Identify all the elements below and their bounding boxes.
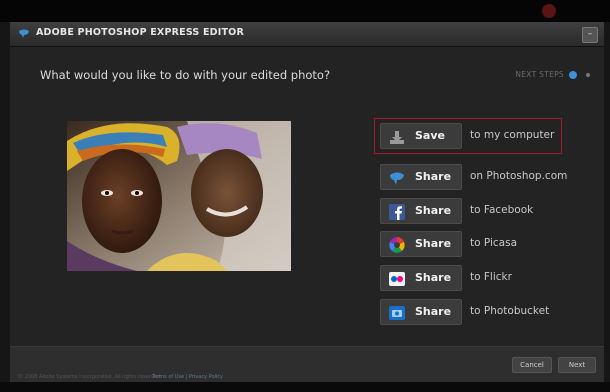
share-picasa-button[interactable]: Share	[380, 231, 462, 257]
browser-bottom-strip	[0, 382, 610, 392]
action-row-save: Save to my computer	[380, 123, 600, 149]
share-facebook-button[interactable]: Share	[380, 198, 462, 224]
save-button[interactable]: Save	[380, 123, 462, 149]
browser-top-strip	[0, 0, 610, 22]
dialog-footer: © 2008 Adobe Systems Incorporated. All r…	[10, 346, 604, 383]
action-row-picasa: Share to Picasa	[380, 231, 600, 257]
close-button[interactable]: –	[582, 27, 598, 43]
facebook-icon	[389, 204, 405, 220]
flickr-target-text: to Flickr	[470, 271, 512, 283]
flickr-icon	[389, 272, 405, 286]
photoshop-express-icon	[390, 172, 404, 185]
edited-photo-preview	[67, 121, 291, 271]
save-button-label: Save	[415, 129, 445, 142]
title-bar: ADOBE PHOTOSHOP EXPRESS EDITOR –	[10, 22, 604, 47]
photoshop-express-logo-icon	[19, 29, 29, 38]
share-flickr-button[interactable]: Share	[380, 265, 462, 291]
photobucket-target-text: to Photobucket	[470, 305, 550, 317]
picasa-icon	[389, 237, 405, 253]
share-photoshop-label: Share	[415, 170, 452, 183]
share-photoshop-button[interactable]: Share	[380, 164, 462, 190]
editor-dialog: ADOBE PHOTOSHOP EXPRESS EDITOR – What wo…	[10, 22, 604, 383]
action-row-photoshop: Share on Photoshop.com	[380, 164, 600, 190]
step-indicator-active-icon	[569, 71, 577, 79]
share-flickr-label: Share	[415, 271, 452, 284]
share-facebook-label: Share	[415, 204, 452, 217]
save-target-text: to my computer	[470, 129, 555, 141]
action-row-photobucket: Share to Photobucket	[380, 299, 600, 325]
action-row-facebook: Share to Facebook	[380, 198, 600, 224]
prompt-question: What would you like to do with your edit…	[40, 68, 331, 82]
browser-record-icon	[542, 4, 556, 18]
download-icon	[390, 131, 404, 144]
share-photobucket-label: Share	[415, 305, 452, 318]
next-button[interactable]: Next	[558, 357, 596, 373]
terms-links[interactable]: Terms of Use | Privacy Policy	[152, 374, 223, 380]
next-steps-label: NEXT STEPS	[515, 70, 564, 79]
share-photobucket-button[interactable]: Share	[380, 299, 462, 325]
photoshop-target-text: on Photoshop.com	[470, 170, 568, 182]
copyright-text: © 2008 Adobe Systems Incorporated. All r…	[18, 374, 162, 380]
share-picasa-label: Share	[415, 237, 452, 250]
photo-image	[67, 121, 291, 271]
window-title: ADOBE PHOTOSHOP EXPRESS EDITOR	[36, 27, 244, 38]
cancel-button[interactable]: Cancel	[512, 357, 552, 373]
photobucket-icon	[389, 306, 405, 320]
action-row-flickr: Share to Flickr	[380, 265, 600, 291]
picasa-target-text: to Picasa	[470, 237, 518, 249]
facebook-target-text: to Facebook	[470, 204, 534, 216]
step-indicator-inactive-icon	[586, 73, 590, 77]
